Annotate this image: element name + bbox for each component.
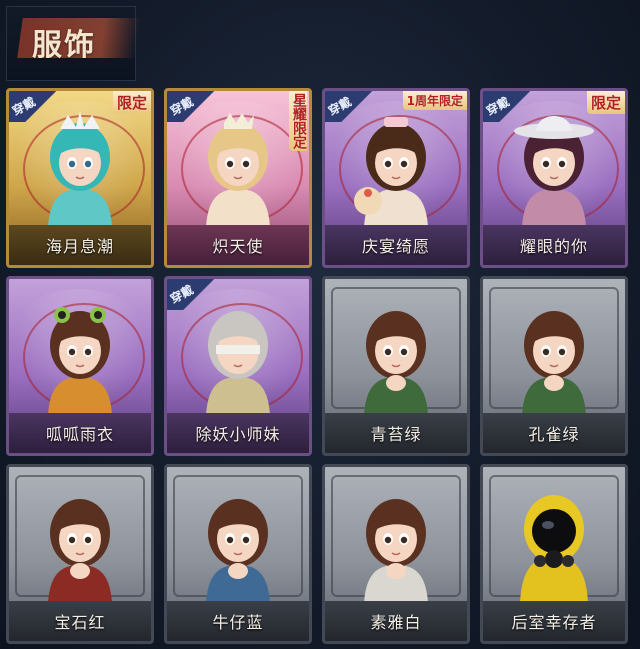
costume-name: 牛仔蓝	[212, 613, 264, 632]
costume-card[interactable]: 后室幸存者	[480, 464, 628, 644]
header: 服饰	[0, 0, 640, 85]
costume-card[interactable]: 青苔绿	[322, 276, 470, 456]
worn-badge: 穿戴	[9, 91, 68, 122]
costume-card[interactable]: 穿戴除妖小师妹	[164, 276, 312, 456]
character-portrait	[506, 485, 602, 603]
costume-name: 庆宴绮愿	[361, 237, 430, 256]
worn-badge: 穿戴	[483, 91, 542, 122]
costume-card[interactable]: 呱呱雨衣	[6, 276, 154, 456]
card-label-bar: 庆宴绮愿	[325, 225, 467, 265]
character-portrait	[32, 485, 128, 603]
costume-name: 炽天使	[212, 237, 264, 256]
costume-card[interactable]: 牛仔蓝	[164, 464, 312, 644]
card-label-bar: 宝石红	[9, 601, 151, 641]
card-label-bar: 炽天使	[167, 225, 309, 265]
costume-name: 素雅白	[370, 613, 422, 632]
character-portrait	[506, 109, 602, 227]
limited-tag: 星耀限定	[289, 91, 307, 151]
worn-badge: 穿戴	[167, 91, 226, 122]
costume-card[interactable]: 孔雀绿	[480, 276, 628, 456]
costume-card[interactable]: 素雅白	[322, 464, 470, 644]
character-portrait	[348, 109, 444, 227]
card-label-bar: 海月息潮	[9, 225, 151, 265]
character-portrait	[190, 485, 286, 603]
costume-card[interactable]: 穿戴 星耀限定炽天使	[164, 88, 312, 268]
limited-tag: 限定	[112, 91, 151, 114]
worn-badge: 穿戴	[325, 91, 384, 122]
costume-name: 宝石红	[54, 613, 106, 632]
costume-name: 青苔绿	[370, 425, 422, 444]
worn-badge-label: 穿戴	[483, 94, 512, 119]
character-portrait	[190, 297, 286, 415]
costume-name: 后室幸存者	[511, 613, 597, 632]
character-portrait	[348, 297, 444, 415]
character-portrait	[32, 109, 128, 227]
costume-card[interactable]: 穿戴 限定耀眼的你	[480, 88, 628, 268]
worn-badge-label: 穿戴	[325, 94, 354, 119]
worn-badge: 穿戴	[167, 279, 226, 310]
card-label-bar: 后室幸存者	[483, 601, 625, 641]
limited-tag: 限定	[586, 91, 625, 114]
costume-name: 孔雀绿	[528, 425, 580, 444]
costume-card[interactable]: 穿戴 限定海月息潮	[6, 88, 154, 268]
card-label-bar: 除妖小师妹	[167, 413, 309, 453]
worn-badge-label: 穿戴	[167, 282, 196, 307]
costume-grid: 穿戴 限定 海月息潮 穿戴 星耀限定 炽天使 穿戴 1周年限定 庆宴绮愿 穿戴 限定 耀眼的你 呱呱雨衣…	[6, 88, 628, 644]
card-label-bar: 呱呱雨衣	[9, 413, 151, 453]
costume-name: 除妖小师妹	[195, 425, 281, 444]
limited-tag: 1周年限定	[402, 91, 467, 110]
card-label-bar: 青苔绿	[325, 413, 467, 453]
costume-name: 呱呱雨衣	[45, 425, 114, 444]
worn-badge-label: 穿戴	[167, 94, 196, 119]
character-portrait	[506, 297, 602, 415]
card-label-bar: 素雅白	[325, 601, 467, 641]
costume-card[interactable]: 穿戴 1周年限定庆宴绮愿	[322, 88, 470, 268]
costume-card[interactable]: 宝石红	[6, 464, 154, 644]
costume-name: 海月息潮	[45, 237, 114, 256]
worn-badge-label: 穿戴	[9, 94, 38, 119]
character-portrait	[348, 485, 444, 603]
card-label-bar: 牛仔蓝	[167, 601, 309, 641]
costume-name: 耀眼的你	[519, 237, 588, 256]
character-portrait	[32, 297, 128, 415]
card-label-bar: 孔雀绿	[483, 413, 625, 453]
card-label-bar: 耀眼的你	[483, 225, 625, 265]
character-portrait	[190, 109, 286, 227]
page-title: 服饰	[32, 28, 96, 63]
